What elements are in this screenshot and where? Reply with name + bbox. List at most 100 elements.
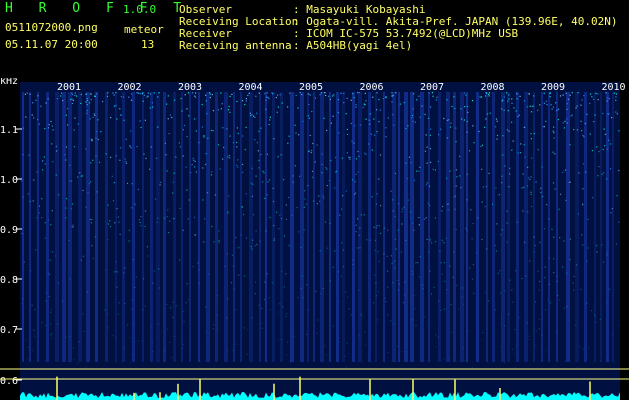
noise-dot [616, 113, 618, 115]
noise-dot [167, 209, 169, 211]
antenna-value: : A504HB(yagi 4el) [293, 39, 413, 52]
noise-dot [261, 307, 263, 310]
noise-dot [603, 172, 605, 174]
noise-dot [481, 144, 484, 146]
noise-dot [582, 244, 584, 246]
noise-dot [581, 234, 583, 236]
noise-dot [230, 282, 232, 284]
noise-dot [201, 103, 203, 106]
noise-dot [77, 363, 79, 365]
noise-dot [194, 234, 196, 236]
noise-dot [430, 161, 432, 163]
streak-column [55, 92, 59, 362]
x-tick-label: 2003 [178, 82, 202, 93]
noise-dot [126, 182, 129, 184]
noise-dot [24, 93, 26, 95]
noise-dot [52, 161, 54, 163]
noise-dot [414, 121, 416, 123]
noise-dot [355, 173, 357, 175]
header-panel: H R O F F T 1.0.0 0511072000.png 05.11.0… [0, 0, 629, 78]
noise-dot [618, 130, 620, 132]
noise-dot [187, 218, 189, 220]
noise-dot [355, 224, 357, 226]
noise-dot [396, 345, 398, 347]
noise-dot [378, 178, 380, 180]
noise-dot [340, 92, 342, 94]
noise-dot [559, 237, 561, 239]
noise-dot [245, 100, 247, 102]
noise-dot [364, 331, 366, 333]
noise-dot [294, 165, 296, 167]
noise-dot [130, 130, 132, 132]
noise-dot [615, 111, 617, 113]
noise-dot [582, 348, 585, 350]
spectrogram: 1.1 1.0 0.9 0.8 0.7 0.6 2001 2002 2003 2004 2005 2… [0, 78, 629, 400]
noise-dot [514, 366, 516, 368]
noise-dot [591, 150, 593, 152]
noise-dot [513, 352, 515, 354]
noise-dot [425, 217, 427, 219]
noise-dot [276, 211, 278, 213]
noise-dot [120, 147, 122, 149]
noise-dot [468, 150, 471, 152]
noise-dot [363, 214, 365, 216]
noise-dot [535, 330, 537, 332]
noise-dot [488, 172, 490, 174]
noise-dot [229, 157, 231, 159]
streak-column [272, 92, 275, 362]
noise-dot [44, 163, 46, 165]
noise-dot [184, 94, 186, 96]
noise-dot [430, 128, 432, 130]
noise-dot [194, 118, 196, 120]
streak-column [486, 92, 488, 362]
noise-dot [413, 179, 416, 181]
noise-dot [229, 95, 231, 97]
noise-dot [522, 173, 524, 175]
noise-dot [469, 267, 471, 269]
streak-column [336, 92, 339, 362]
noise-dot [604, 145, 606, 147]
noise-dot [144, 225, 146, 228]
streak-column [62, 92, 66, 362]
noise-dot [423, 218, 426, 220]
noise-dot [51, 125, 53, 127]
noise-dot [50, 337, 52, 339]
noise-dot [236, 164, 238, 166]
y-tick-label: 0.7 [0, 325, 18, 336]
noise-dot [286, 341, 289, 343]
noise-dot [464, 106, 466, 108]
noise-dot [218, 239, 220, 241]
noise-dot [183, 321, 185, 323]
noise-dot [218, 230, 220, 232]
noise-dot [545, 120, 547, 122]
noise-dot [418, 276, 420, 278]
noise-dot [618, 324, 620, 326]
noise-dot [277, 311, 279, 313]
streak-column [105, 92, 108, 362]
streak-column [342, 92, 345, 362]
streak-column [492, 92, 495, 362]
noise-dot [194, 160, 196, 163]
noise-dot [511, 348, 513, 350]
noise-dot [365, 344, 367, 346]
noise-dot [602, 112, 604, 115]
noise-dot [512, 140, 514, 142]
noise-dot [537, 109, 539, 111]
noise-dot [535, 344, 537, 347]
noise-dot [324, 92, 326, 94]
noise-dot [480, 96, 483, 98]
noise-dot [242, 213, 245, 216]
noise-dot [254, 139, 256, 141]
noise-dot [572, 282, 574, 284]
noise-dot [563, 307, 566, 309]
noise-dot [109, 220, 111, 222]
noise-dot [379, 109, 381, 111]
noise-dot [528, 177, 530, 179]
noise-dot [166, 303, 168, 305]
noise-dot [310, 151, 312, 154]
noise-dot [90, 162, 92, 164]
noise-dot [262, 170, 264, 172]
streak-column [329, 92, 331, 362]
noise-dot [305, 203, 307, 205]
noise-dot [33, 179, 35, 181]
